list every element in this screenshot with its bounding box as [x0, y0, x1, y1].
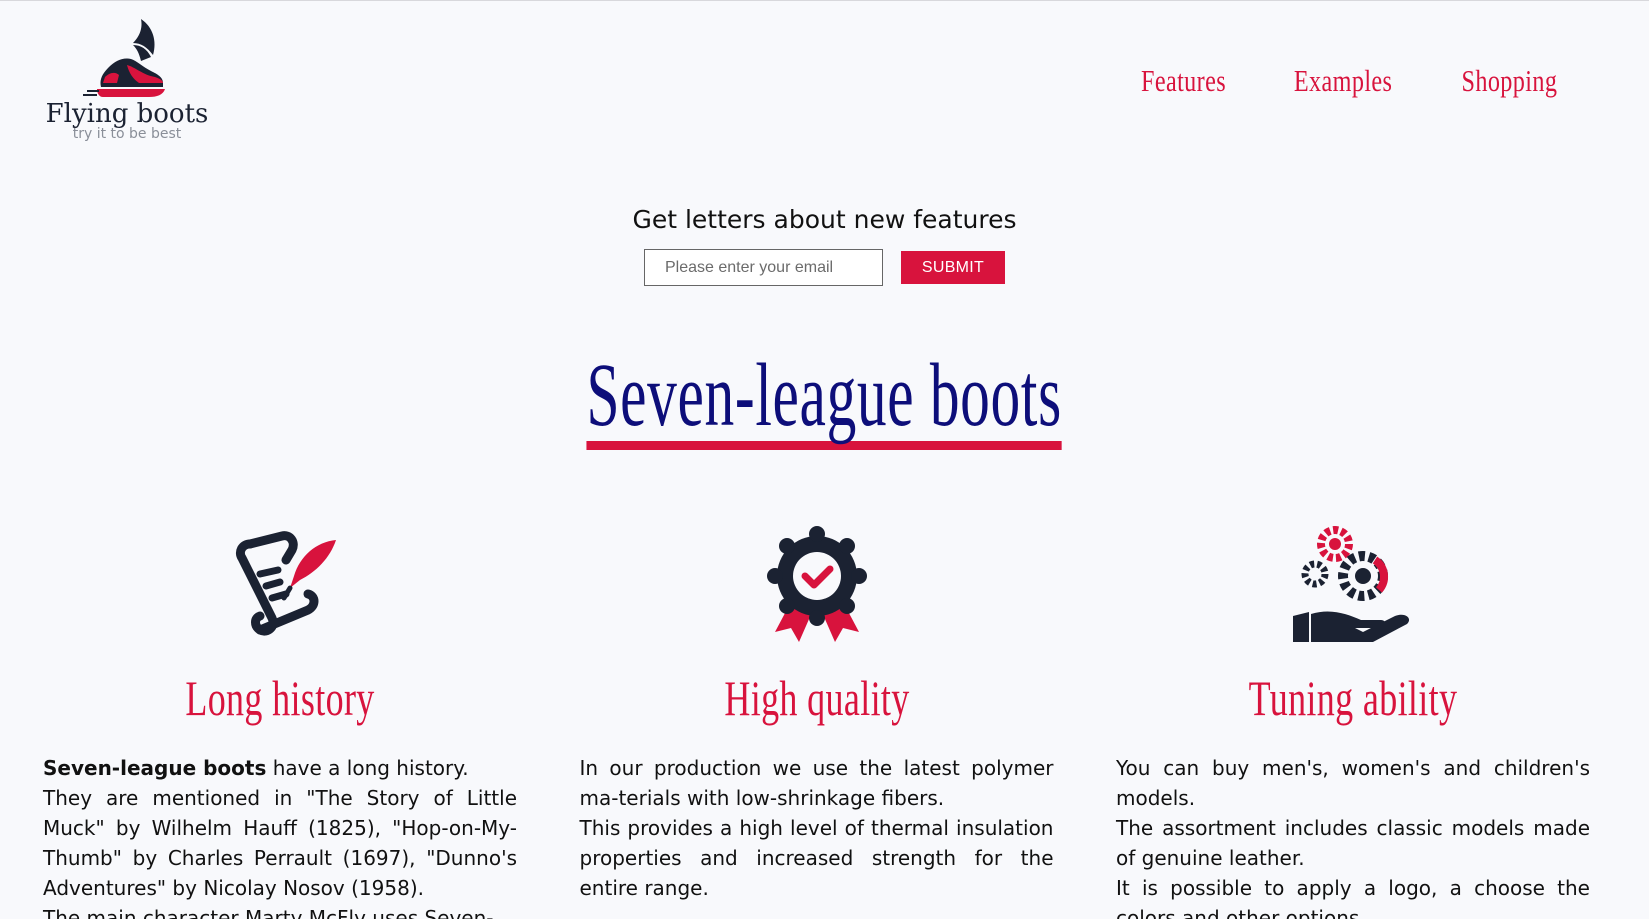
feature-lead-bold: Seven-league boots	[43, 756, 267, 780]
scroll-quill-icon	[235, 531, 336, 636]
award-badge-icon	[766, 526, 867, 642]
feature-body: Seven-league boots have a long history. …	[43, 753, 517, 919]
feature-paragraph: They are mentioned in "The Story of Litt…	[43, 786, 517, 900]
feature-body: In our production we use the latest poly…	[580, 753, 1054, 903]
feature-tuning-ability: Tuning ability You can buy men's, women'…	[1116, 521, 1590, 919]
feature-title: Tuning ability	[1248, 670, 1458, 726]
nav-link-features[interactable]: Features	[1141, 63, 1226, 99]
feature-long-history: Long history Seven-league boots have a l…	[43, 521, 517, 919]
brand-name: Flying boots	[45, 99, 209, 129]
feature-paragraph: This provides a high level of thermal in…	[579, 816, 1054, 900]
winged-shoe-icon	[83, 19, 165, 97]
newsletter-heading: Get letters about new features	[632, 205, 1017, 234]
feature-paragraph: You can buy men's, women's and children'…	[1116, 756, 1590, 810]
feature-title: High quality	[723, 670, 910, 726]
features-section: Long history Seven-league boots have a l…	[43, 521, 1590, 919]
newsletter-form: Get letters about new features SUBMIT	[0, 205, 1649, 286]
brand-logo[interactable]: Flying boots try it to be best	[42, 17, 212, 142]
gears-hand-icon	[1293, 526, 1410, 642]
nav-link-shopping[interactable]: Shopping	[1462, 63, 1558, 99]
feature-title: Long history	[185, 670, 375, 726]
feature-lead-rest: have a long history.	[266, 756, 469, 780]
feature-paragraph: In our production we use the latest poly…	[579, 756, 1054, 810]
hero-title: Seven-league boots	[586, 351, 1063, 450]
email-input[interactable]	[644, 249, 883, 286]
feature-paragraph: It is possible to apply a logo, a choose…	[1116, 876, 1590, 919]
feature-paragraph: The main character Marty McFly uses Seve…	[43, 906, 494, 919]
main-nav: Features Examples Shopping	[1129, 63, 1571, 99]
feature-paragraph: The assortment includes classic models m…	[1116, 816, 1590, 870]
submit-button[interactable]: SUBMIT	[901, 251, 1005, 284]
hero: Seven-league boots	[0, 351, 1649, 450]
feature-high-quality: High quality In our production we use th…	[580, 521, 1054, 919]
feature-body: You can buy men's, women's and children'…	[1116, 753, 1590, 919]
nav-link-examples[interactable]: Examples	[1294, 63, 1392, 99]
